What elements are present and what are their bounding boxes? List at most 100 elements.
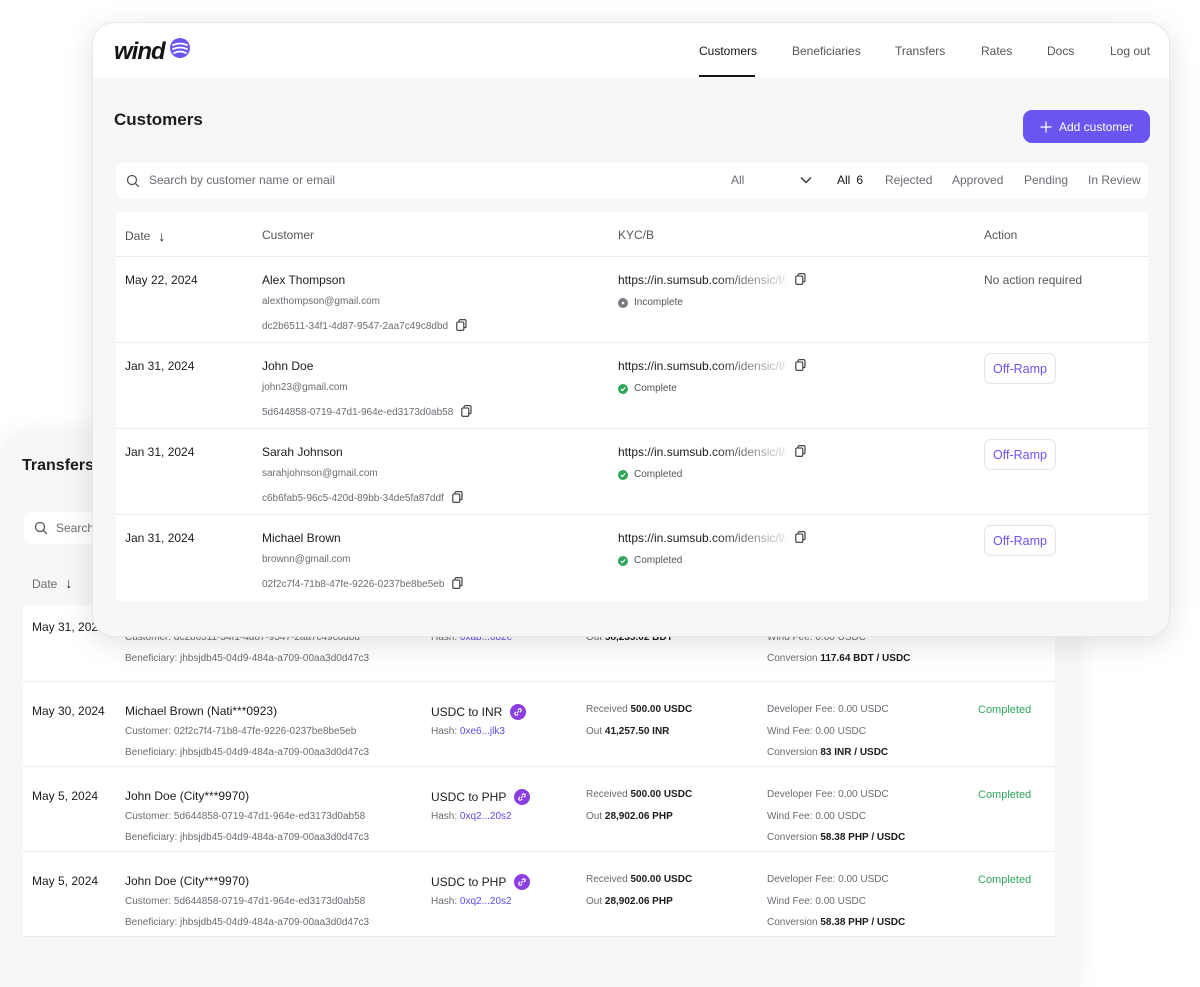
add-customer-button[interactable]: Add customer (1023, 110, 1150, 143)
developer-fee: Developer Fee: 0.00 USDC (767, 874, 889, 885)
copy-icon[interactable] (452, 577, 463, 592)
kyc-status: Complete (618, 383, 677, 394)
conversion: Conversion 117.64 BDT / USDC (767, 653, 910, 664)
link-icon[interactable] (514, 789, 531, 805)
transfer-pair: USDC to INR (431, 704, 527, 720)
customer-id-text: 02f2c7f4-71b8-47fe-9226-0237be8be5eb (262, 579, 445, 590)
transfer-out: Out 41,257.50 INR (586, 726, 669, 737)
search-icon (126, 174, 140, 193)
conversion-label: Conversion (767, 832, 821, 843)
copy-icon[interactable] (795, 444, 806, 462)
copy-icon[interactable] (795, 530, 806, 548)
transfers-search-placeholder: Search (56, 521, 95, 535)
logo-text: wind (114, 37, 166, 65)
kyc-link[interactable]: https://in.sumsub.com/idensic/l/#/ (618, 531, 786, 545)
filter-tab-rejected[interactable]: Rejected (885, 173, 932, 187)
transfer-hash: Hash: 0xe6...jlk3 (431, 726, 505, 737)
filter-tab-pending[interactable]: Pending (1024, 173, 1068, 187)
link-icon[interactable] (510, 704, 527, 720)
received-amount: 500.00 USDC (630, 789, 693, 800)
customer-email: alexthompson@gmail.com (262, 296, 380, 307)
dropdown-value: All (731, 173, 745, 187)
out-amount: 41,257.50 INR (604, 726, 670, 737)
transfers-date-header[interactable]: Date ↓ (32, 575, 72, 591)
column-kyc: KYC/B (618, 228, 655, 242)
transfer-out: Out 28,902.06 PHP (586, 811, 673, 822)
copy-icon[interactable] (795, 358, 806, 376)
out-label: Out (586, 726, 605, 737)
column-date[interactable]: Date ↓ (125, 228, 165, 244)
out-amount: 28,902.06 PHP (604, 811, 673, 822)
conversion: Conversion 58.38 PHP / USDC (767, 832, 905, 843)
kyc-link[interactable]: https://in.sumsub.com/idensic/l/#/ (618, 273, 786, 287)
hash-label: Hash: (431, 811, 460, 822)
chevron-down-icon (799, 173, 813, 190)
nav-customers[interactable]: Customers (699, 44, 757, 58)
customer-name: John Doe (262, 359, 314, 373)
status-badge: Completed (978, 704, 1032, 716)
table-row: May 22, 2024 Alex Thompson alexthompson@… (116, 257, 1148, 343)
kyc-status: Completed (618, 469, 682, 480)
table-row: May 30, 2024 Michael Brown (Nati***0923) C… (23, 682, 1055, 767)
transfer-received: Received 500.00 USDC (586, 789, 692, 800)
conversion-label: Conversion (767, 917, 821, 928)
copy-icon[interactable] (452, 491, 463, 506)
nav-docs[interactable]: Docs (1047, 44, 1074, 58)
out-label: Out (586, 811, 605, 822)
kyc-status-text: Completed (634, 555, 683, 566)
kyc-link[interactable]: https://in.sumsub.com/idensic/l/#/ (618, 359, 786, 373)
copy-icon[interactable] (461, 405, 472, 420)
link-icon[interactable] (514, 874, 531, 890)
customer-id: c6b6fab5-96c5-420d-89bb-34de5fa87ddf (262, 491, 463, 506)
transfer-customer: Customer: 5d644858-0719-47d1-964e-ed3173… (125, 811, 366, 822)
transfer-pair-text: USDC to INR (431, 705, 503, 719)
transfer-beneficiary: Beneficiary: jhbsjdb45-04d9-484a-a709-00… (125, 653, 370, 664)
customer-name: Michael Brown (262, 531, 341, 545)
check-icon (618, 555, 628, 566)
customer-email: sarahjohnson@gmail.com (262, 468, 378, 479)
filter-tab-all-label: All (837, 173, 851, 187)
hash-link[interactable]: 0xq2...20s2 (460, 896, 512, 907)
transfer-customer: Customer: 5d644858-0719-47d1-964e-ed3173… (125, 896, 366, 907)
status-badge: Completed (978, 789, 1032, 801)
nav-rates[interactable]: Rates (981, 44, 1012, 58)
conversion-rate: 58.38 PHP / USDC (820, 832, 906, 843)
action-text: No action required (984, 273, 1083, 287)
filter-tab-approved[interactable]: Approved (952, 173, 1003, 187)
table-row: May 5, 2024 John Doe (City***9970) Custome… (23, 767, 1055, 852)
conversion: Conversion 83 INR / USDC (767, 747, 888, 758)
received-label: Received (586, 789, 631, 800)
customer-id-text: c6b6fab5-96c5-420d-89bb-34de5fa87ddf (262, 493, 444, 504)
transfer-received: Received 500.00 USDC (586, 874, 692, 885)
kyc-link[interactable]: https://in.sumsub.com/idensic/l/#/ (618, 445, 786, 459)
nav-logout[interactable]: Log out (1110, 44, 1150, 58)
hash-link[interactable]: 0xq2...20s2 (460, 811, 512, 822)
customer-id: dc2b6511-34f1-4d87-9547-2aa7c49c8dbd (262, 319, 467, 334)
wind-logo[interactable]: wind (114, 37, 191, 66)
customer-name: Sarah Johnson (262, 445, 343, 459)
transfer-pair: USDC to PHP (431, 874, 531, 890)
conversion-label: Conversion (767, 653, 821, 664)
transfer-date: May 5, 2024 (32, 874, 99, 888)
nav-beneficiaries[interactable]: Beneficiaries (792, 44, 861, 58)
hash-link[interactable]: 0xe6...jlk3 (460, 726, 505, 737)
filter-tab-in-review[interactable]: In Review (1088, 173, 1141, 187)
status-dropdown[interactable]: All (731, 173, 813, 187)
filter-tab-all[interactable]: All 6 (837, 173, 863, 187)
table-row: Jan 31, 2024 Michael Brown brownn@gmail.… (116, 515, 1148, 601)
off-ramp-button[interactable]: Off-Ramp (984, 439, 1056, 470)
kyc-status-text: Incomplete (634, 297, 683, 308)
customer-search-input[interactable] (149, 173, 449, 187)
check-icon (618, 383, 628, 394)
copy-icon[interactable] (456, 319, 467, 334)
nav-transfers[interactable]: Transfers (895, 44, 945, 58)
copy-icon[interactable] (795, 272, 806, 290)
off-ramp-button[interactable]: Off-Ramp (984, 353, 1056, 384)
transfer-name: John Doe (City***9970) (125, 789, 250, 803)
transfer-name: Michael Brown (Nati***0923) (125, 704, 278, 718)
off-ramp-button[interactable]: Off-Ramp (984, 525, 1056, 556)
transfer-out: Out 28,902.06 PHP (586, 896, 673, 907)
page-title: Customers (114, 110, 203, 129)
search-icon (34, 521, 48, 540)
arrow-down-icon: ↓ (158, 228, 166, 244)
